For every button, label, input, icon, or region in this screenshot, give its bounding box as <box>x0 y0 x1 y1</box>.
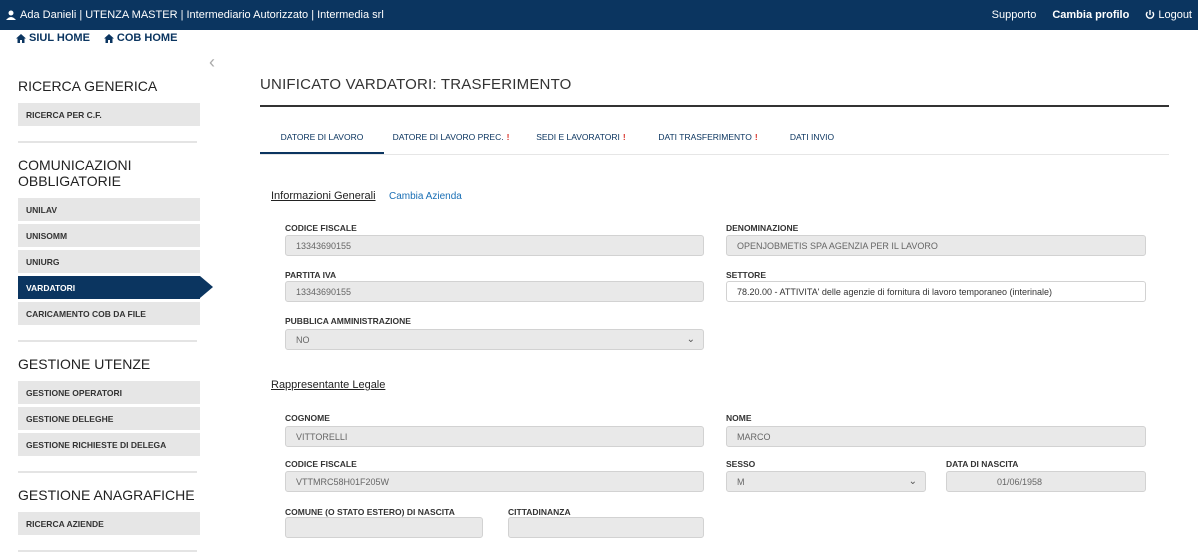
codice-fiscale-label: CODICE FISCALE <box>285 223 357 233</box>
divider <box>18 141 197 143</box>
tab-dati-invio[interactable]: DATI INVIO <box>772 124 852 154</box>
codice-fiscale-field[interactable]: 13343690155 <box>285 235 704 256</box>
top-bar: Ada Danieli | UTENZA MASTER | Intermedia… <box>0 0 1198 30</box>
sidebar-item-uniurg[interactable]: UNIURG <box>18 250 200 273</box>
comune-nascita-field[interactable] <box>285 517 483 538</box>
tab-sedi-e-lavoratori[interactable]: SEDI E LAVORATORI! <box>518 124 644 154</box>
sidebar-item-caricamento-cob[interactable]: CARICAMENTO COB DA FILE <box>18 302 200 325</box>
cittadinanza-label: CITTADINANZA <box>508 507 571 517</box>
nome-field[interactable]: MARCO <box>726 426 1146 447</box>
divider <box>18 471 197 473</box>
divider <box>18 340 197 342</box>
user-info-text: Ada Danieli | UTENZA MASTER | Intermedia… <box>20 9 384 21</box>
logout-label: Logout <box>1158 9 1192 21</box>
rl-codice-fiscale-label: CODICE FISCALE <box>285 459 357 469</box>
sidebar: RICERCA GENERICA RICERCA PER C.F. COMUNI… <box>0 60 215 552</box>
cognome-field[interactable]: VITTORELLI <box>285 426 704 447</box>
sidebar-item-unilav[interactable]: UNILAV <box>18 198 200 221</box>
sidebar-item-gestione-deleghe[interactable]: GESTIONE DELEGHE <box>18 407 200 430</box>
settore-field[interactable]: 78.20.00 - ATTIVITA' delle agenzie di fo… <box>726 281 1146 302</box>
sidebar-item-ricerca-cf[interactable]: RICERCA PER C.F. <box>18 103 200 126</box>
power-icon <box>1146 10 1155 19</box>
partita-iva-field[interactable]: 13343690155 <box>285 281 704 302</box>
warning-icon: ! <box>754 132 758 142</box>
support-link[interactable]: Supporto <box>992 9 1037 21</box>
logout-button[interactable]: Logout <box>1145 9 1192 21</box>
cognome-label: COGNOME <box>285 413 330 423</box>
page-title: UNIFICATO VARDATORI: TRASFERIMENTO <box>260 76 572 93</box>
chevron-down-icon: ⌄ <box>908 476 917 487</box>
home-icon <box>16 33 26 43</box>
pubblica-amministrazione-select[interactable]: NO ⌄ <box>285 329 704 350</box>
partita-iva-label: PARTITA IVA <box>285 270 337 280</box>
chevron-down-icon: ⌄ <box>686 334 695 345</box>
section-title-gestione-utenze: GESTIONE UTENZE <box>18 356 151 372</box>
nome-label: NOME <box>726 413 752 423</box>
data-nascita-field[interactable]: 01/06/1958 <box>946 471 1146 492</box>
section-title-informazioni-generali: Informazioni Generali <box>271 190 376 202</box>
sidebar-item-vardatori[interactable]: VARDATORI <box>18 276 213 299</box>
warning-icon: ! <box>622 132 626 142</box>
change-company-link[interactable]: Cambia Azienda <box>389 191 462 202</box>
sesso-label: SESSO <box>726 459 756 469</box>
cittadinanza-field[interactable] <box>508 517 704 538</box>
title-divider <box>260 105 1169 107</box>
tab-bar: DATORE DI LAVORO DATORE DI LAVORO PREC.!… <box>260 124 1169 155</box>
warning-icon: ! <box>506 132 510 142</box>
section-title-comunicazioni: COMUNICAZIONI OBBLIGATORIE <box>18 157 132 189</box>
home-links: SIUL HOME COB HOME <box>16 32 177 44</box>
change-profile-link[interactable]: Cambia profilo <box>1052 9 1129 21</box>
sidebar-item-unisomm[interactable]: UNISOMM <box>18 224 200 247</box>
sidebar-item-gestione-richieste[interactable]: GESTIONE RICHIESTE DI DELEGA <box>18 433 200 456</box>
denominazione-field[interactable]: OPENJOBMETIS SPA AGENZIA PER IL LAVORO <box>726 235 1146 256</box>
section-title-anagrafiche: GESTIONE ANAGRAFICHE <box>18 487 195 503</box>
settore-label: SETTORE <box>726 270 766 280</box>
pubblica-amministrazione-label: PUBBLICA AMMINISTRAZIONE <box>285 316 411 326</box>
section-title-rappresentante-legale: Rappresentante Legale <box>271 379 386 391</box>
section-title-ricerca: RICERCA GENERICA <box>18 78 158 94</box>
denominazione-label: DENOMINAZIONE <box>726 223 799 233</box>
siul-home-link[interactable]: SIUL HOME <box>16 32 90 44</box>
tab-dati-trasferimento[interactable]: DATI TRASFERIMENTO! <box>644 124 772 154</box>
rl-codice-fiscale-field[interactable]: VTTMRC58H01F205W <box>285 471 704 492</box>
home-icon <box>103 33 114 43</box>
tab-datore-di-lavoro[interactable]: DATORE DI LAVORO <box>260 124 384 154</box>
sidebar-item-gestione-operatori[interactable]: GESTIONE OPERATORI <box>18 381 200 404</box>
data-nascita-label: DATA DI NASCITA <box>946 459 1019 469</box>
cob-home-link[interactable]: COB HOME <box>103 32 177 44</box>
user-icon <box>6 10 16 20</box>
comune-nascita-label: COMUNE (O STATO ESTERO) DI NASCITA <box>285 507 455 517</box>
user-info: Ada Danieli | UTENZA MASTER | Intermedia… <box>6 9 384 21</box>
sesso-select[interactable]: M ⌄ <box>726 471 926 492</box>
tab-datore-di-lavoro-prec[interactable]: DATORE DI LAVORO PREC.! <box>384 124 518 154</box>
sidebar-item-ricerca-aziende[interactable]: RICERCA AZIENDE <box>18 512 200 535</box>
